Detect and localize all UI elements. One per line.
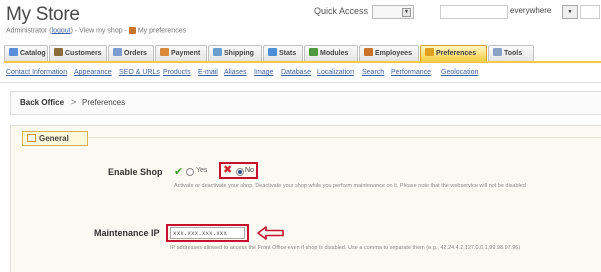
breadcrumb-current: Preferences (82, 98, 126, 107)
orders-icon (113, 48, 122, 56)
subtab-localization[interactable]: Localization (317, 69, 354, 76)
arrow-left-icon (257, 226, 284, 240)
enable-shop-label: Enable Shop (108, 167, 163, 177)
tab-label: Tools (504, 50, 523, 57)
tools-icon (493, 48, 502, 56)
search-button[interactable] (580, 5, 600, 19)
enable-shop-yes-label[interactable]: Yes (196, 167, 207, 174)
employee-icon (128, 27, 136, 34)
employees-icon (364, 48, 373, 56)
tab-label: Customers (65, 50, 102, 57)
admin-info-line: Administrator (logout) - View my shop - … (6, 27, 186, 34)
tab-label: Employees (375, 50, 412, 57)
subtab-database[interactable]: Database (281, 69, 311, 76)
tab-label: Payment (171, 50, 201, 57)
check-icon: ✔ (174, 166, 184, 178)
enable-shop-no-label[interactable]: No (245, 167, 254, 174)
tab-preferences[interactable]: Preferences (420, 45, 487, 61)
tab-modules[interactable]: Modules (304, 45, 358, 61)
settings-icon (27, 134, 36, 142)
tab-tools[interactable]: Tools (488, 45, 534, 61)
payment-icon (160, 48, 169, 56)
subtab-products[interactable]: Products (163, 69, 191, 76)
tab-orders[interactable]: Orders (108, 45, 154, 61)
fieldset-legend: General (22, 131, 88, 146)
tab-label: Shipping (224, 50, 254, 57)
tab-label: Orders (124, 50, 147, 57)
preferences-icon (425, 48, 434, 56)
subtab-aliases[interactable]: Aliases (224, 69, 247, 76)
tab-label: Stats (279, 50, 297, 57)
subtab-contact-information[interactable]: Contact Information (6, 69, 67, 76)
view-shop-link[interactable]: View my shop (79, 27, 122, 34)
chevron-down-icon: ▼ (402, 8, 411, 17)
store-title: My Store (6, 4, 80, 25)
tab-label: Modules (320, 50, 349, 57)
cross-icon: ✖ (223, 164, 233, 176)
search-scope-value: everywhere (510, 6, 552, 15)
admin-prefix: Administrator ( (6, 27, 52, 35)
maintenance-ip-help: IP addresses allowed to access the Front… (170, 245, 521, 251)
my-preferences-link[interactable]: My preferences (138, 27, 186, 34)
tab-payment[interactable]: Payment (155, 45, 207, 61)
subtab-seo-urls[interactable]: SEO & URLs (119, 69, 160, 76)
admin-sep: - (122, 27, 129, 35)
search-input[interactable] (440, 5, 508, 19)
admin-mid: ) - (70, 27, 80, 35)
maintenance-ip-label: Maintenance IP (94, 228, 160, 238)
shipping-icon (213, 48, 222, 56)
maintenance-ip-input[interactable]: xxx.xxx.xxx.xxx (170, 227, 245, 239)
tab-stats[interactable]: Stats (263, 45, 303, 61)
tab-label: Preferences (436, 50, 477, 57)
main-tabs: Catalog Customers Orders Payment Shippin… (4, 45, 601, 62)
subtab-email[interactable]: E-mail (198, 69, 218, 76)
enable-shop-no-radio[interactable] (236, 168, 244, 176)
logout-link[interactable]: logout (52, 27, 71, 34)
tabs-underline (4, 61, 601, 63)
subtab-image[interactable]: Image (254, 69, 273, 76)
subtab-performance[interactable]: Performance (391, 69, 431, 76)
catalog-icon (9, 48, 18, 56)
tab-employees[interactable]: Employees (359, 45, 419, 61)
tab-catalog[interactable]: Catalog (4, 45, 48, 61)
enable-shop-yes-radio[interactable] (186, 168, 194, 176)
tab-shipping[interactable]: Shipping (208, 45, 262, 61)
header-divider (0, 82, 601, 83)
enable-shop-help: Activate or deactivate your shop. Deacti… (174, 183, 526, 189)
subtab-appearance[interactable]: Appearance (74, 69, 112, 76)
stats-icon (268, 48, 277, 56)
fieldset-border (86, 137, 601, 138)
customers-icon (54, 48, 63, 56)
breadcrumb-back-office[interactable]: Back Office (20, 98, 64, 107)
subtab-geolocation[interactable]: Geolocation (441, 69, 478, 76)
tab-label: Catalog (20, 50, 46, 57)
subtab-search[interactable]: Search (362, 69, 384, 76)
breadcrumb-separator: > (71, 97, 77, 107)
chevron-down-icon: ▼ (567, 9, 573, 15)
legend-label: General (39, 134, 69, 143)
modules-icon (309, 48, 318, 56)
quick-access-select[interactable]: ▼ (372, 5, 414, 19)
quick-access-label: Quick Access (314, 6, 369, 16)
tab-customers[interactable]: Customers (49, 45, 107, 61)
search-scope-select[interactable]: ▼ (562, 5, 578, 19)
